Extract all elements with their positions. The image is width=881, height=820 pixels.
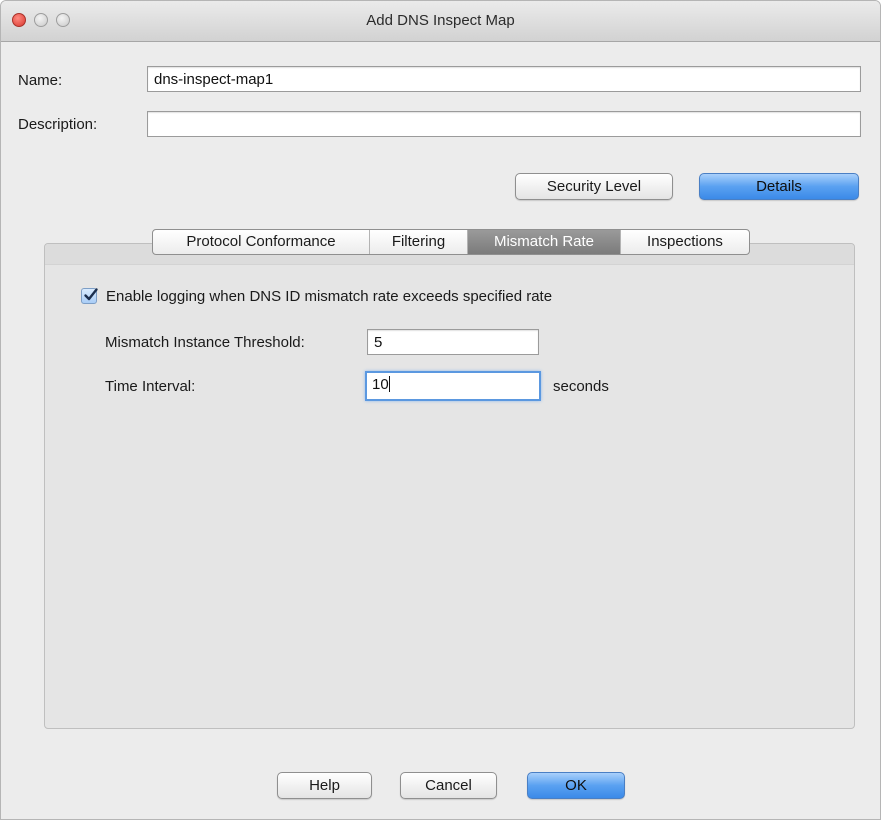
- name-field[interactable]: dns-inspect-map1: [147, 66, 861, 92]
- seconds-unit-label: seconds: [553, 378, 609, 395]
- window-title: Add DNS Inspect Map: [366, 12, 515, 29]
- time-interval-value: 10: [372, 376, 389, 393]
- time-interval-field[interactable]: 10: [365, 371, 541, 401]
- details-button[interactable]: Details: [699, 173, 859, 200]
- title-bar[interactable]: Add DNS Inspect Map: [1, 1, 880, 42]
- text-caret: [388, 376, 390, 392]
- tab-content-panel: [44, 243, 855, 729]
- tab-inspections[interactable]: Inspections: [621, 230, 749, 254]
- threshold-label: Mismatch Instance Threshold:: [105, 334, 305, 351]
- security-level-button[interactable]: Security Level: [515, 173, 673, 200]
- threshold-field[interactable]: 5: [367, 329, 539, 355]
- dialog-window: Add DNS Inspect Map Name: dns-inspect-ma…: [0, 0, 881, 820]
- description-field[interactable]: [147, 111, 861, 137]
- tab-mismatch-rate[interactable]: Mismatch Rate: [468, 230, 621, 254]
- tab-protocol-conformance[interactable]: Protocol Conformance: [153, 230, 370, 254]
- enable-logging-checkbox[interactable]: [81, 288, 98, 304]
- ok-button[interactable]: OK: [527, 772, 625, 799]
- description-label: Description:: [18, 116, 98, 133]
- tab-bar: Protocol Conformance Filtering Mismatch …: [152, 229, 750, 255]
- tab-filtering[interactable]: Filtering: [370, 230, 468, 254]
- help-button[interactable]: Help: [277, 772, 372, 799]
- cancel-button[interactable]: Cancel: [400, 772, 497, 799]
- time-interval-label: Time Interval:: [105, 378, 196, 395]
- checkmark-icon: [84, 288, 98, 301]
- name-label: Name:: [18, 72, 63, 89]
- enable-logging-label[interactable]: Enable logging when DNS ID mismatch rate…: [106, 288, 552, 305]
